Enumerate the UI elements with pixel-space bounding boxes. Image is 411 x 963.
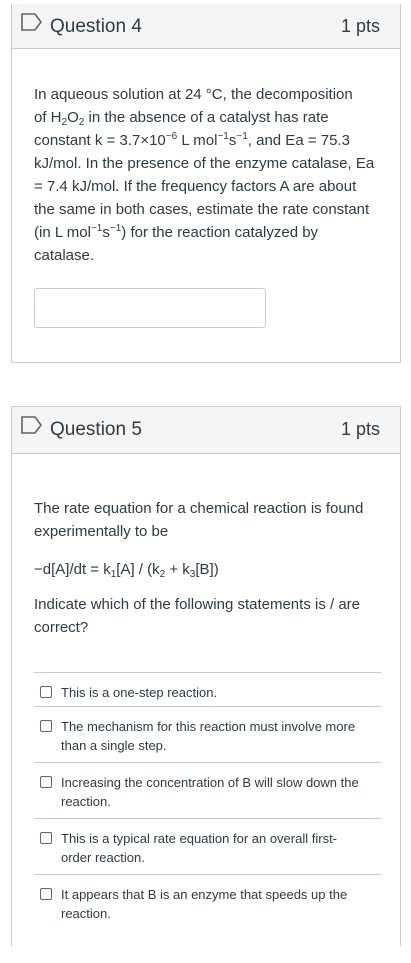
- question-5-card: Question 5 1 pts The rate equation for a…: [11, 406, 401, 946]
- text-line: the same in both cases, estimate the rat…: [34, 201, 370, 218]
- answer-choice[interactable]: This is a typical rate equation for an o…: [34, 819, 381, 875]
- question-intro: The rate equation for a chemical reactio…: [34, 500, 364, 540]
- checkbox[interactable]: [40, 832, 52, 844]
- checkbox[interactable]: [40, 776, 52, 788]
- question-prompt: Indicate which of the following statemen…: [34, 596, 361, 636]
- text-line: In aqueous solution at 24 °C, the decomp…: [34, 86, 353, 103]
- text-line: kJ/mol. In the presence of the enzyme ca…: [34, 155, 375, 172]
- answer-choice[interactable]: This is a one-step reaction.: [34, 673, 381, 707]
- text-line: of H2O2 in the absence of a catalyst has…: [34, 109, 329, 128]
- text-line: (in L mol−1s−1) for the reaction catalyz…: [34, 223, 319, 242]
- choice-label: Increasing the concentration of B will s…: [61, 775, 359, 809]
- question-title: Question 4: [50, 16, 142, 37]
- bookmark-flag-icon[interactable]: [21, 416, 43, 434]
- bookmark-flag-icon[interactable]: [21, 13, 43, 31]
- choice-label: This is a one-step reaction.: [61, 685, 218, 700]
- question-points: 1 pts: [340, 419, 380, 439]
- rate-equation: −d[A]/dt = k1[A] / (k2 + k3[B]): [34, 561, 219, 580]
- question-points: 1 pts: [340, 16, 380, 36]
- question-4-card: Question 4 1 pts In aqueous solution at …: [11, 4, 401, 363]
- text-line: = 7.4 kJ/mol. If the frequency factors A…: [34, 178, 357, 195]
- answer-choice[interactable]: It appears that B is an enzyme that spee…: [34, 875, 381, 931]
- answer-choice[interactable]: The mechanism for this reaction must inv…: [34, 707, 381, 763]
- choice-label: This is a typical rate equation for an o…: [61, 831, 338, 865]
- answer-choice[interactable]: Increasing the concentration of B will s…: [34, 763, 381, 819]
- checkbox[interactable]: [40, 686, 52, 698]
- question-5-header: Question 5 1 pts: [12, 407, 400, 454]
- choice-label: It appears that B is an enzyme that spee…: [61, 887, 348, 921]
- question-text: In aqueous solution at 24 °C, the decomp…: [34, 83, 382, 267]
- checkbox[interactable]: [40, 888, 52, 900]
- text-line: catalase.: [34, 247, 95, 264]
- answer-choices: This is a one-step reaction. The mechani…: [34, 672, 381, 931]
- choice-label: The mechanism for this reaction must inv…: [61, 719, 356, 753]
- question-title: Question 5: [50, 419, 142, 440]
- question-4-header: Question 4 1 pts: [12, 4, 400, 49]
- checkbox[interactable]: [40, 720, 52, 732]
- text-line: constant k = 3.7×10−6 L mol−1s−1, and Ea…: [34, 131, 350, 150]
- answer-input[interactable]: [34, 288, 266, 328]
